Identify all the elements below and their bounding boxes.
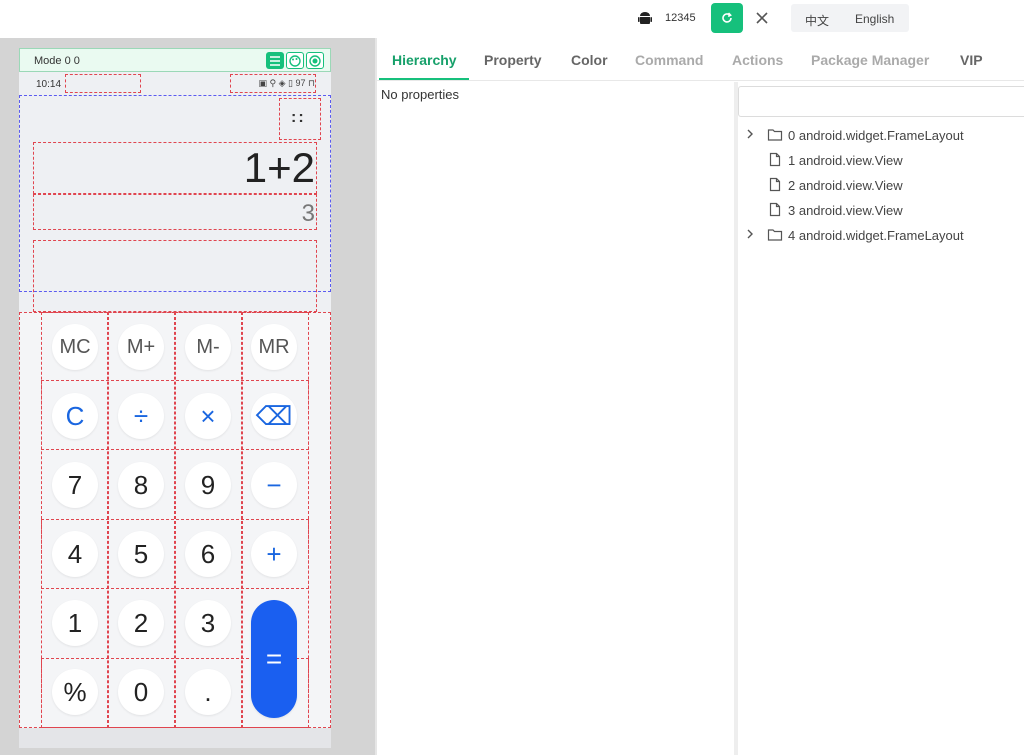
layout-bounds [33,194,317,230]
hierarchy-tree: 0 android.widget.FrameLayout 1 android.v… [738,82,1024,755]
digit-5-button[interactable]: 5 [118,531,164,577]
top-bar: 12345 中文 English [0,0,1024,38]
tab-actions[interactable]: Actions [732,52,783,68]
close-icon [756,12,768,24]
device-id: 12345 [665,12,696,24]
tab-vip[interactable]: VIP [960,52,983,68]
tree-node-label: 2 android.view.View [788,178,903,193]
tab-property[interactable]: Property [484,52,542,68]
folder-icon [767,129,783,141]
file-icon [769,177,781,192]
mr-button[interactable]: MR [251,324,297,370]
tree-node[interactable]: 2 android.view.View [738,175,1024,197]
plus-button[interactable]: + [251,531,297,577]
tab-hierarchy[interactable]: Hierarchy [392,52,457,68]
digit-3-button[interactable]: 3 [185,600,231,646]
expression-display: 1+2 [243,144,315,191]
refresh-icon [722,12,732,23]
keypad: MC M+ M- MR C ÷ × ⌫ 7 8 9 − 4 5 6 + 1 2 … [19,312,331,748]
layout-bounds [65,74,141,93]
tree-node-label: 4 android.widget.FrameLayout [788,228,964,243]
tab-command[interactable]: Command [635,52,703,68]
m-minus-button[interactable]: M- [185,324,231,370]
mc-button[interactable]: MC [52,324,98,370]
empty-properties-text: No properties [381,87,460,102]
palette-icon[interactable] [286,52,304,69]
more-options-button[interactable]: :: [291,109,306,127]
digit-4-button[interactable]: 4 [52,531,98,577]
language-en-button[interactable]: English [855,12,894,26]
equals-button[interactable]: = [251,600,297,718]
divide-button[interactable]: ÷ [118,393,164,439]
digit-2-button[interactable]: 2 [118,600,164,646]
decimal-button[interactable]: . [185,669,231,715]
file-icon [769,152,781,167]
language-switch: 中文 English [791,4,909,32]
digit-6-button[interactable]: 6 [185,531,231,577]
device-screen[interactable]: Mode 0 0 10:14 ▣ ⚲ ◈ ▯ 97 ⊓ :: 1+2 3 MC … [19,48,331,748]
clear-button[interactable]: C [52,393,98,439]
panel-tabs: Hierarchy Property Color Command Actions… [377,38,1024,81]
layout-bounds [230,74,316,93]
percent-button[interactable]: % [52,669,98,715]
tab-color[interactable]: Color [571,52,608,68]
tree-node-label: 0 android.widget.FrameLayout [788,128,964,143]
android-icon [638,12,652,24]
digit-7-button[interactable]: 7 [52,462,98,508]
m-plus-button[interactable]: M+ [118,324,164,370]
mode-label: Mode 0 0 [34,55,80,67]
mode-bar: Mode 0 0 [19,48,331,72]
chevron-right-icon[interactable] [744,227,756,241]
digit-9-button[interactable]: 9 [185,462,231,508]
property-panel: No properties [377,82,734,755]
minus-button[interactable]: − [251,462,297,508]
tree-node[interactable]: 0 android.widget.FrameLayout [738,125,1024,147]
language-zh-button[interactable]: 中文 [805,12,829,29]
tab-package-manager[interactable]: Package Manager [811,52,929,68]
digit-8-button[interactable]: 8 [118,462,164,508]
chevron-right-icon[interactable] [744,127,756,141]
active-tab-indicator [379,78,469,80]
close-button[interactable] [748,3,776,33]
multiply-button[interactable]: × [185,393,231,439]
file-icon [769,202,781,217]
digit-0-button[interactable]: 0 [118,669,164,715]
result-display: 3 [301,200,315,227]
status-time: 10:14 [36,79,62,90]
tree-node[interactable]: 1 android.view.View [738,150,1024,172]
layout-bounds [33,240,317,312]
folder-icon [767,229,783,241]
tree-node[interactable]: 3 android.view.View [738,200,1024,222]
digit-1-button[interactable]: 1 [52,600,98,646]
tree-node-label: 3 android.view.View [788,203,903,218]
mode-icons [266,52,324,69]
list-icon[interactable] [266,52,284,69]
tree-node[interactable]: 4 android.widget.FrameLayout [738,225,1024,247]
backspace-button[interactable]: ⌫ [251,393,297,439]
refresh-button[interactable] [711,3,743,33]
tree-search-input[interactable] [738,86,1024,117]
tree-node-label: 1 android.view.View [788,153,903,168]
record-icon[interactable] [306,52,324,69]
navigation-bar [19,728,331,748]
